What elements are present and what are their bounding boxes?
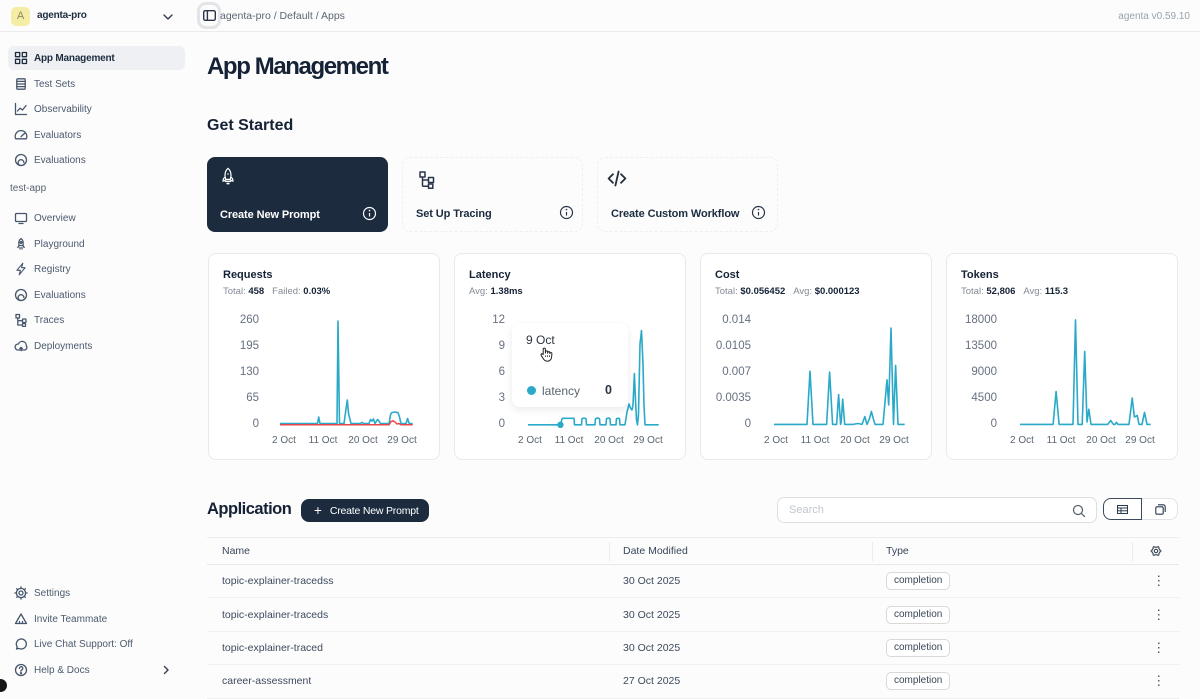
- svg-text:29 Oct: 29 Oct: [1125, 435, 1155, 446]
- svg-text:0.0035: 0.0035: [716, 392, 751, 404]
- svg-text:20 Oct: 20 Oct: [348, 435, 378, 446]
- svg-text:11 Oct: 11 Oct: [1047, 435, 1076, 446]
- svg-text:9000: 9000: [971, 366, 997, 378]
- svg-text:0: 0: [745, 418, 751, 430]
- svg-text:20 Oct: 20 Oct: [840, 435, 870, 446]
- svg-text:2 Oct: 2 Oct: [1010, 435, 1034, 446]
- svg-text:0: 0: [253, 418, 259, 430]
- svg-text:260: 260: [240, 314, 259, 326]
- svg-text:4500: 4500: [971, 392, 997, 404]
- svg-text:29 Oct: 29 Oct: [879, 435, 909, 446]
- svg-text:2 Oct: 2 Oct: [272, 435, 296, 446]
- svg-text:0: 0: [991, 418, 997, 430]
- svg-text:12: 12: [492, 314, 505, 326]
- svg-text:9: 9: [499, 340, 505, 352]
- svg-text:11 Oct: 11 Oct: [309, 435, 338, 446]
- svg-text:130: 130: [240, 366, 259, 378]
- svg-text:20 Oct: 20 Oct: [594, 435, 624, 446]
- svg-text:11 Oct: 11 Oct: [801, 435, 830, 446]
- svg-text:18000: 18000: [965, 314, 997, 326]
- svg-text:2 Oct: 2 Oct: [518, 435, 542, 446]
- svg-text:0: 0: [499, 418, 505, 430]
- svg-text:29 Oct: 29 Oct: [387, 435, 417, 446]
- svg-text:0.0105: 0.0105: [716, 340, 751, 352]
- svg-text:29 Oct: 29 Oct: [633, 435, 663, 446]
- svg-text:65: 65: [246, 392, 259, 404]
- svg-text:20 Oct: 20 Oct: [1086, 435, 1116, 446]
- svg-text:0.014: 0.014: [722, 314, 751, 326]
- svg-text:13500: 13500: [965, 340, 997, 352]
- svg-text:2 Oct: 2 Oct: [764, 435, 788, 446]
- svg-text:195: 195: [240, 340, 259, 352]
- svg-text:11 Oct: 11 Oct: [555, 435, 584, 446]
- svg-text:0.007: 0.007: [722, 366, 751, 378]
- svg-text:6: 6: [499, 366, 505, 378]
- svg-text:3: 3: [499, 392, 505, 404]
